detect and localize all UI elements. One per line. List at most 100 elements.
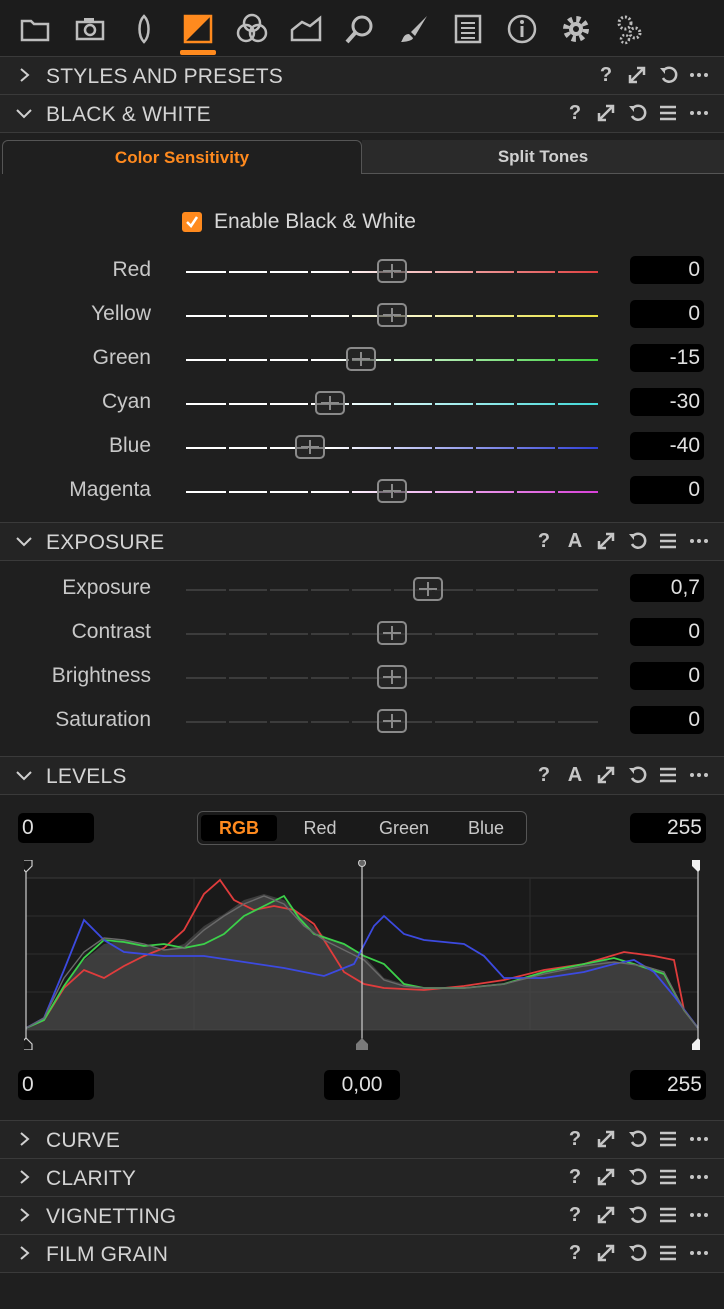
levels-histogram[interactable] [24, 860, 700, 1050]
help-icon[interactable]: ? [564, 1166, 586, 1188]
help-icon[interactable]: ? [564, 1204, 586, 1226]
slider-thumb[interactable] [346, 347, 377, 371]
levels-output-mid-field[interactable]: 0,00 [324, 1070, 400, 1100]
chevron-down-icon[interactable] [14, 765, 34, 785]
menu-icon[interactable] [657, 1166, 679, 1188]
info-icon[interactable] [503, 10, 541, 48]
chevron-right-icon[interactable] [14, 65, 34, 85]
slider-value-field[interactable]: 0 [630, 618, 704, 646]
gears-icon[interactable] [611, 10, 649, 48]
menu-icon[interactable] [657, 530, 679, 552]
slider-thumb[interactable] [377, 621, 407, 645]
reset-icon[interactable] [626, 530, 648, 552]
menu-icon[interactable] [657, 1204, 679, 1226]
slider-thumb[interactable] [377, 303, 407, 327]
section-clarity[interactable]: CLARITY ? [0, 1158, 724, 1197]
chevron-right-icon[interactable] [14, 1129, 34, 1149]
expand-icon[interactable] [595, 1166, 617, 1188]
slider-value-field[interactable]: 0 [630, 706, 704, 734]
expand-icon[interactable] [595, 1128, 617, 1150]
channel-red-tab[interactable]: Red [280, 815, 360, 841]
slider-thumb[interactable] [413, 577, 444, 601]
more-icon[interactable] [688, 530, 710, 552]
slider-thumb[interactable] [315, 391, 346, 415]
chevron-down-icon[interactable] [14, 103, 34, 123]
expand-icon[interactable] [595, 102, 617, 124]
slider-value-field[interactable]: 0,7 [630, 574, 704, 602]
slider-value-field[interactable]: -30 [630, 388, 704, 416]
slider-thumb[interactable] [377, 665, 407, 689]
levels-output-low-field[interactable]: 0 [18, 1070, 94, 1100]
expand-icon[interactable] [595, 1242, 617, 1264]
more-icon[interactable] [688, 1128, 710, 1150]
help-icon[interactable]: ? [564, 1242, 586, 1264]
slider-thumb[interactable] [377, 709, 407, 733]
chevron-down-icon[interactable] [14, 531, 34, 551]
enable-bw-row[interactable]: Enable Black & White [182, 210, 416, 234]
slider-value-field[interactable]: 0 [630, 300, 704, 328]
enable-bw-checkbox[interactable] [182, 212, 202, 232]
lens-icon[interactable] [125, 10, 163, 48]
menu-icon[interactable] [657, 1242, 679, 1264]
help-icon[interactable]: ? [564, 1128, 586, 1150]
slider-value-field[interactable]: 0 [630, 662, 704, 690]
channel-blue-tab[interactable]: Blue [446, 815, 526, 841]
reset-icon[interactable] [626, 1204, 648, 1226]
reset-icon[interactable] [626, 1128, 648, 1150]
slider-value-field[interactable]: 0 [630, 256, 704, 284]
metadata-icon[interactable] [449, 10, 487, 48]
chevron-right-icon[interactable] [14, 1167, 34, 1187]
reset-icon[interactable] [657, 64, 679, 86]
folder-icon[interactable] [16, 10, 54, 48]
levels-input-low-field[interactable]: 0 [18, 813, 94, 843]
section-vignetting[interactable]: VIGNETTING ? [0, 1196, 724, 1235]
help-icon[interactable]: ? [533, 764, 555, 786]
more-icon[interactable] [688, 1242, 710, 1264]
menu-icon[interactable] [657, 764, 679, 786]
section-styles-presets[interactable]: STYLES AND PRESETS ? [0, 56, 724, 95]
auto-icon[interactable]: A [564, 530, 586, 552]
slider-value-field[interactable]: 0 [630, 476, 704, 504]
section-filmgrain[interactable]: FILM GRAIN ? [0, 1234, 724, 1273]
expand-icon[interactable] [626, 64, 648, 86]
chevron-right-icon[interactable] [14, 1205, 34, 1225]
levels-input-high-field[interactable]: 255 [630, 813, 706, 843]
more-icon[interactable] [688, 764, 710, 786]
section-curve[interactable]: CURVE ? [0, 1120, 724, 1159]
help-icon[interactable]: ? [533, 530, 555, 552]
section-levels[interactable]: LEVELS ? A [0, 756, 724, 795]
color-icon[interactable] [233, 10, 271, 48]
gear-icon[interactable] [557, 10, 595, 48]
search-icon[interactable] [341, 10, 379, 48]
reset-icon[interactable] [626, 764, 648, 786]
exposure-icon[interactable] [179, 10, 217, 48]
slider-thumb[interactable] [377, 479, 407, 503]
chevron-right-icon[interactable] [14, 1243, 34, 1263]
tab-split-tones[interactable]: Split Tones [362, 140, 724, 174]
more-icon[interactable] [688, 1204, 710, 1226]
reset-icon[interactable] [626, 1242, 648, 1264]
expand-icon[interactable] [595, 530, 617, 552]
slider-thumb[interactable] [377, 259, 407, 283]
expand-icon[interactable] [595, 764, 617, 786]
tab-color-sensitivity[interactable]: Color Sensitivity [2, 140, 362, 174]
channel-rgb-tab[interactable]: RGB [201, 815, 277, 841]
camera-icon[interactable] [71, 10, 109, 48]
slider-thumb[interactable] [294, 435, 325, 459]
more-icon[interactable] [688, 64, 710, 86]
menu-icon[interactable] [657, 102, 679, 124]
help-icon[interactable]: ? [595, 64, 617, 86]
help-icon[interactable]: ? [564, 102, 586, 124]
slider-value-field[interactable]: -15 [630, 344, 704, 372]
section-black-white[interactable]: BLACK & WHITE ? [0, 94, 724, 133]
menu-icon[interactable] [657, 1128, 679, 1150]
details-icon[interactable] [287, 10, 325, 48]
more-icon[interactable] [688, 102, 710, 124]
reset-icon[interactable] [626, 102, 648, 124]
expand-icon[interactable] [595, 1204, 617, 1226]
auto-icon[interactable]: A [564, 764, 586, 786]
reset-icon[interactable] [626, 1166, 648, 1188]
slider-value-field[interactable]: -40 [630, 432, 704, 460]
section-exposure[interactable]: EXPOSURE ? A [0, 522, 724, 561]
levels-output-high-field[interactable]: 255 [630, 1070, 706, 1100]
